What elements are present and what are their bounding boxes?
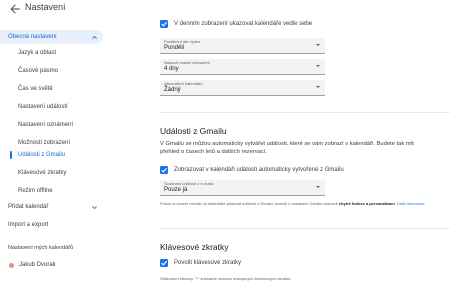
note-bold-text: chytré funkce a personalizaci. bbox=[338, 201, 396, 206]
sidebar-item-world-clock[interactable]: Čas ve světě bbox=[18, 82, 53, 96]
sidebar-item-gmail-events[interactable]: Události z Gmailu bbox=[18, 148, 65, 162]
dropdown-arrow-icon bbox=[316, 44, 320, 46]
chevron-up-icon bbox=[92, 35, 97, 39]
dropdown-value: Žádný bbox=[164, 87, 181, 93]
sidebar-item-label: Import a export bbox=[8, 222, 49, 228]
dropdown-label: Počáteční den týdne bbox=[164, 39, 201, 44]
dropdown-label: Soukromí událostí z e-mailu bbox=[164, 181, 214, 186]
dropdown-value: Pouze já bbox=[164, 187, 188, 193]
week-start-dropdown[interactable]: Počáteční den týdne Pondělí bbox=[160, 38, 325, 54]
dropdown-value: Pondělí bbox=[164, 45, 185, 51]
sidebar-item-general[interactable]: Obecná nastavení bbox=[0, 30, 103, 44]
side-by-side-checkbox-row[interactable]: V denním zobrazení ukazovat kalendáře ve… bbox=[160, 18, 312, 30]
gmail-auto-events-label: Zobrazovat v kalendáři události automati… bbox=[174, 167, 344, 173]
keyboard-shortcuts-checkbox-row[interactable]: Povolit klávesové zkratky bbox=[160, 257, 241, 269]
alternate-calendars-dropdown[interactable]: Alternativní kalendáře Žádný bbox=[160, 80, 325, 96]
gmail-events-heading: Události z Gmailu bbox=[160, 126, 227, 136]
check-icon bbox=[161, 260, 167, 266]
chevron-down-icon bbox=[92, 206, 97, 210]
custom-view-dropdown[interactable]: Nastavit vlastní zobrazení 4 dny bbox=[160, 59, 325, 75]
keyboard-shortcuts-checkbox[interactable] bbox=[160, 259, 168, 267]
keyboard-shortcuts-hint: Stisknutím klávesy "?" zobrazíte seznam … bbox=[160, 276, 291, 281]
sidebar-item-calendar-owner[interactable]: Jakub Dvorak bbox=[19, 258, 56, 272]
sidebar-item-keyboard-shortcuts[interactable]: Klávesové zkratky bbox=[18, 166, 66, 180]
check-icon bbox=[161, 21, 167, 27]
sidebar-item-label: Obecná nastavení bbox=[8, 34, 57, 40]
selection-indicator bbox=[10, 151, 12, 159]
sidebar-item-import-export[interactable]: Import a export bbox=[0, 218, 103, 232]
keyboard-shortcuts-heading: Klávesové zkratky bbox=[160, 242, 229, 252]
email-event-privacy-dropdown[interactable]: Soukromí událostí z e-mailu Pouze já bbox=[160, 180, 325, 196]
dropdown-label: Nastavit vlastní zobrazení bbox=[164, 60, 210, 65]
section-divider bbox=[160, 228, 450, 229]
gmail-events-description: V Gmailu se můžou automaticky vytvářet u… bbox=[160, 141, 414, 155]
back-arrow-icon[interactable] bbox=[8, 2, 22, 16]
dropdown-arrow-icon bbox=[316, 65, 320, 67]
keyboard-shortcuts-label: Povolit klávesové zkratky bbox=[174, 260, 242, 266]
settings-content: V denním zobrazení ukazovat kalendáře ve… bbox=[160, 0, 459, 282]
page-title: Nastavení bbox=[25, 2, 66, 12]
sidebar-item-timezone[interactable]: Časové pásmo bbox=[18, 64, 58, 78]
sidebar-item-offline[interactable]: Režim offline bbox=[18, 184, 53, 198]
sidebar-item-event-settings[interactable]: Nastavení událostí bbox=[18, 100, 68, 114]
dropdown-arrow-icon bbox=[316, 86, 320, 88]
sidebar-item-language[interactable]: Jazyk a oblast bbox=[18, 46, 56, 60]
check-icon bbox=[161, 167, 167, 173]
learn-more-link[interactable]: Další informace bbox=[397, 201, 425, 206]
sidebar-item-add-calendar[interactable]: Přidat kalendář bbox=[0, 200, 103, 214]
gmail-auto-events-checkbox-row[interactable]: Zobrazovat v kalendáři události automati… bbox=[160, 164, 344, 176]
side-by-side-label: V denním zobrazení ukazovat kalendáře ve… bbox=[174, 21, 313, 27]
dropdown-value: 4 dny bbox=[164, 66, 179, 72]
calendar-color-dot bbox=[9, 263, 14, 268]
gmail-auto-events-checkbox[interactable] bbox=[160, 166, 168, 174]
settings-sidebar: Obecná nastavení Jazyk a oblast Časové p… bbox=[0, 24, 110, 282]
my-calendars-heading: Nastavení mých kalendářů bbox=[8, 245, 74, 251]
sidebar-item-notification-settings[interactable]: Nastavení oznámení bbox=[18, 118, 73, 132]
section-divider bbox=[160, 112, 450, 113]
note-text: Pokud si chcete nechat do kalendáře přid… bbox=[160, 201, 338, 206]
side-by-side-checkbox[interactable] bbox=[160, 20, 168, 28]
gmail-settings-note: Pokud si chcete nechat do kalendáře přid… bbox=[160, 201, 440, 207]
dropdown-arrow-icon bbox=[316, 186, 320, 188]
sidebar-item-label: Přidat kalendář bbox=[8, 204, 49, 210]
dropdown-label: Alternativní kalendáře bbox=[164, 81, 203, 86]
